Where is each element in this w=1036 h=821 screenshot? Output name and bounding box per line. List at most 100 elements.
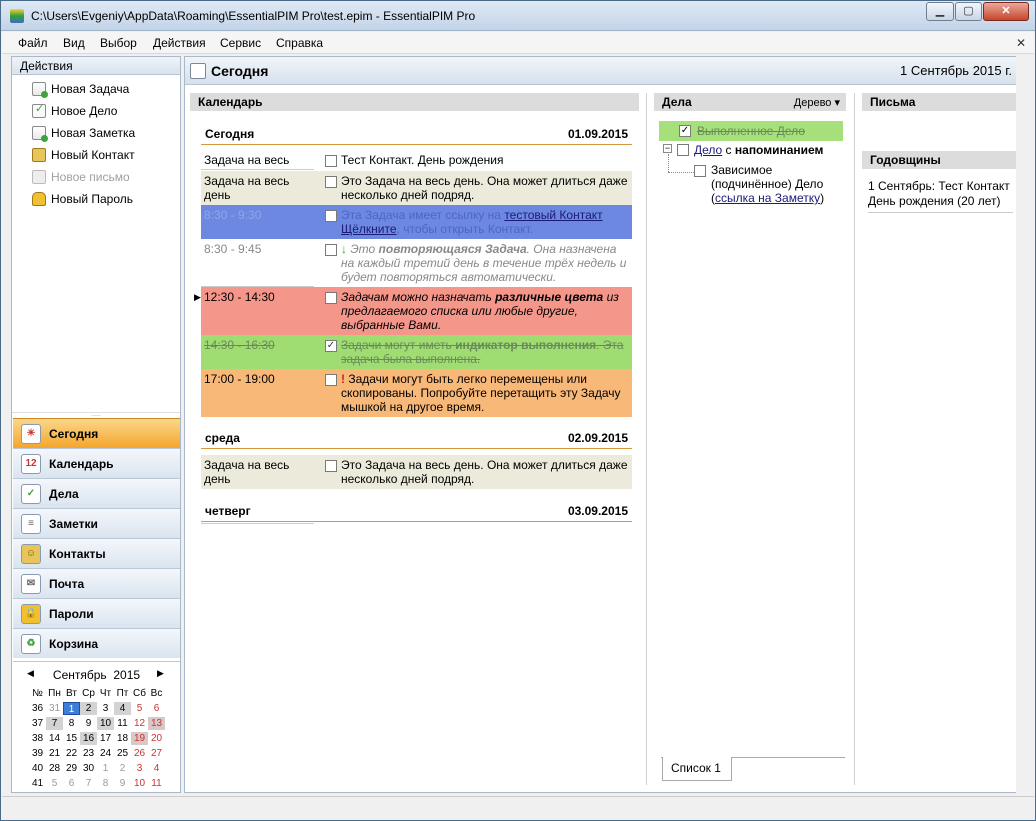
day-cell[interactable]: 8 [97,777,114,790]
day-cell[interactable]: 10 [97,717,114,730]
event-checkbox[interactable] [325,210,337,222]
day-header-thu[interactable]: четверг 03.09.2015 [201,500,632,522]
event-checkbox[interactable] [325,155,337,167]
maximize-button[interactable]: ▢ [955,2,982,21]
todo-link[interactable]: Дело [694,143,722,157]
todo-checkbox[interactable]: ✓ [679,125,691,137]
day-cell[interactable]: 24 [97,747,114,760]
menu-help[interactable]: Справка [276,36,323,50]
day-cell[interactable]: 14 [46,732,63,745]
day-cell[interactable]: 30 [80,762,97,775]
day-cell[interactable]: 9 [114,777,131,790]
open-link[interactable]: Щёлкните [341,222,397,236]
day-cell[interactable]: 19 [131,732,148,745]
event-checkbox[interactable]: ✓ [325,340,337,352]
event-row[interactable]: Задача на весь день Это Задача на весь д… [201,455,632,489]
event-row[interactable]: Задача на весь день Это Задача на весь д… [201,171,632,205]
day-cell[interactable]: 6 [148,702,165,715]
nav-notes[interactable]: ≡ Заметки [13,508,180,538]
nav-calendar[interactable]: 12 Календарь [13,448,180,478]
day-cell[interactable]: 13 [148,717,165,730]
day-cell[interactable]: 18 [114,732,131,745]
mini-calendar-title[interactable]: Сентябрь 2015 [13,668,180,682]
day-cell[interactable]: 11 [148,777,165,790]
day-cell[interactable]: 5 [46,777,63,790]
todo-item-dependent[interactable]: Зависимое (подчинённое) Дело (ссылка на … [694,163,844,207]
next-month-icon[interactable]: ▶ [157,668,164,679]
event-checkbox[interactable] [325,374,337,386]
day-cell[interactable]: 12 [131,717,148,730]
day-cell[interactable]: 1 [97,762,114,775]
nav-mail[interactable]: ✉ Почта [13,568,180,598]
contact-link[interactable]: тестовый Контакт [504,208,602,222]
day-cell[interactable]: 31 [46,702,63,715]
note-link[interactable]: ссылка на Заметку [715,191,820,205]
action-new-task[interactable]: Новая Задача [32,79,129,99]
day-cell[interactable]: 21 [46,747,63,760]
day-cell[interactable]: 26 [131,747,148,760]
title-bar[interactable]: C:\Users\Evgeniy\AppData\Roaming\Essenti… [1,1,1035,31]
todo-checkbox[interactable] [677,144,689,156]
event-row[interactable]: 8:30 - 9:30 Эта Задача имеет ссылку на т… [201,205,632,239]
todo-item-done[interactable]: ✓ Выполненное Дело [659,121,843,141]
todo-checkbox[interactable] [694,165,706,177]
event-row[interactable]: ▶ 12:30 - 14:30 Задачам можно назначать … [194,287,632,335]
menu-service[interactable]: Сервис [220,36,261,50]
day-cell[interactable]: 28 [46,762,63,775]
day-header-wed[interactable]: среда 02.09.2015 [201,427,632,449]
day-cell[interactable]: 2 [80,702,97,715]
day-cell[interactable]: 15 [63,732,80,745]
day-cell[interactable]: 1 [63,702,80,715]
event-checkbox[interactable] [325,176,337,188]
event-checkbox[interactable] [325,244,337,256]
action-new-password[interactable]: Новый Пароль [32,189,133,209]
menu-actions[interactable]: Действия [153,36,206,50]
nav-contacts[interactable]: ☺ Контакты [13,538,180,568]
day-cell[interactable]: 7 [80,777,97,790]
minimize-button[interactable]: ▁ [926,2,954,21]
day-cell[interactable]: 3 [131,762,148,775]
action-new-note[interactable]: Новая Заметка [32,123,135,143]
event-checkbox[interactable] [325,460,337,472]
tab-list-1[interactable]: Список 1 [662,757,732,781]
action-new-contact[interactable]: Новый Контакт [32,145,135,165]
day-cell[interactable]: 10 [131,777,148,790]
todo-view-dropdown[interactable]: Дерево ▾ [794,96,840,109]
event-row[interactable]: 8:30 - 9:45 ↓ Это повторяющаяся Задача. … [201,239,632,287]
nav-trash[interactable]: ♻ Корзина [13,628,180,658]
nav-todo[interactable]: ✓ Дела [13,478,180,508]
event-row[interactable]: 17:00 - 19:00 ! Задачи могут быть легко … [201,369,632,417]
close-button[interactable]: ✕ [983,2,1029,21]
day-cell[interactable]: 17 [97,732,114,745]
day-cell[interactable]: 2 [114,762,131,775]
scrollbar[interactable] [1016,56,1027,793]
day-cell[interactable]: 6 [63,777,80,790]
collapse-icon[interactable]: − [663,144,672,153]
day-cell[interactable]: 27 [148,747,165,760]
day-cell[interactable]: 4 [114,702,131,715]
day-cell[interactable]: 9 [80,717,97,730]
day-cell[interactable]: 5 [131,702,148,715]
action-new-todo[interactable]: Новое Дело [32,101,117,121]
menu-select[interactable]: Выбор [100,36,137,50]
menu-close-icon[interactable]: ✕ [1016,36,1026,50]
event-row[interactable]: Задача на весь день Тест Контакт. День р… [201,150,632,181]
event-checkbox[interactable] [325,292,337,304]
day-cell[interactable]: 23 [80,747,97,760]
menu-file[interactable]: Файл [18,36,48,50]
menu-view[interactable]: Вид [63,36,85,50]
day-cell[interactable]: 29 [63,762,80,775]
day-cell[interactable]: 3 [97,702,114,715]
day-cell[interactable]: 8 [63,717,80,730]
anniversary-item[interactable]: 1 Сентябрь: Тест Контакт День рождения (… [868,179,1013,213]
day-header-today[interactable]: Сегодня 01.09.2015 [201,123,632,145]
day-cell[interactable]: 7 [46,717,63,730]
day-cell[interactable]: 25 [114,747,131,760]
todo-item-reminder[interactable]: − Дело с напоминанием [663,143,843,161]
event-row[interactable]: 14:30 - 16:30 ✓ Задачи могут иметь индик… [201,335,632,369]
day-cell[interactable]: 16 [80,732,97,745]
day-cell[interactable]: 22 [63,747,80,760]
nav-passwords[interactable]: 🔒 Пароли [13,598,180,628]
nav-today[interactable]: ☀ Сегодня [13,418,180,448]
day-cell[interactable]: 11 [114,717,131,730]
